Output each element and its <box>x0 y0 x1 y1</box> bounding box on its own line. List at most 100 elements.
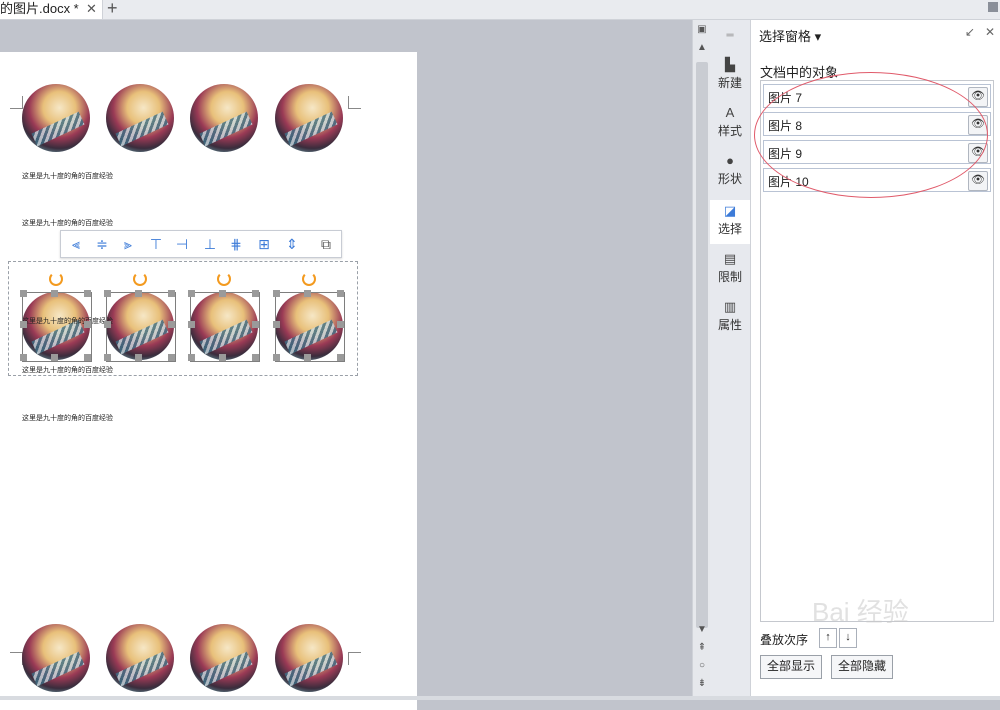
selection-frame <box>22 292 92 362</box>
hide-all-button[interactable]: 全部隐藏 <box>831 655 894 679</box>
resize-handle[interactable] <box>168 354 175 361</box>
document-page[interactable]: 这里是九十度的角的百度经验 这里是九十度的角的百度经验 这里是九十度的角的百度经… <box>0 52 417 710</box>
bring-forward-button[interactable]: ↑ <box>819 628 837 648</box>
rotate-handle-icon[interactable] <box>49 272 63 286</box>
chevron-down-icon[interactable]: ▾ <box>815 29 822 44</box>
scroll-up-icon[interactable]: ▲ <box>697 42 707 53</box>
picture[interactable] <box>275 624 343 692</box>
resize-handle[interactable] <box>304 290 311 297</box>
pane-title[interactable]: 选择窗格 ▾ <box>759 26 821 45</box>
resize-handle[interactable] <box>188 354 195 361</box>
distribute-horizontal-icon[interactable]: ⋕ <box>227 235 245 253</box>
caption-text: 这里是九十度的角的百度经验 <box>22 172 113 180</box>
resize-handle[interactable] <box>168 290 175 297</box>
resize-handle[interactable] <box>20 290 27 297</box>
align-center-icon[interactable]: ≑ <box>93 235 111 253</box>
eye-icon[interactable]: 👁 <box>968 143 988 163</box>
resize-handle[interactable] <box>273 321 280 328</box>
eye-icon[interactable]: 👁 <box>968 115 988 135</box>
side-tab-style[interactable]: A 样式 <box>710 106 750 146</box>
resize-handle[interactable] <box>168 321 175 328</box>
align-right-icon[interactable]: ⫸ <box>119 235 137 253</box>
side-tab-select[interactable]: ◪ 选择 <box>710 200 750 244</box>
resize-handle[interactable] <box>337 321 344 328</box>
resize-handle[interactable] <box>304 354 311 361</box>
resize-handle[interactable] <box>84 321 91 328</box>
resize-handle[interactable] <box>188 321 195 328</box>
selection-frame <box>275 292 345 362</box>
picture[interactable] <box>190 624 258 692</box>
align-left-icon[interactable]: ⫷ <box>67 235 85 253</box>
close-pane-icon[interactable]: ✕ <box>985 25 995 39</box>
resize-handle[interactable] <box>104 321 111 328</box>
resize-handle[interactable] <box>135 354 142 361</box>
resize-handle[interactable] <box>273 290 280 297</box>
resize-handle[interactable] <box>188 290 195 297</box>
resize-handle[interactable] <box>104 354 111 361</box>
side-tab-shape[interactable]: ● 形状 <box>710 154 750 194</box>
object-name: 图片 9 <box>768 147 803 161</box>
resize-handle[interactable] <box>252 290 259 297</box>
object-row[interactable]: 图片 10 👁 <box>763 168 991 192</box>
restrict-icon: ▤ <box>723 251 737 266</box>
distribute-spacing-icon[interactable]: ⇕ <box>283 235 301 253</box>
picture[interactable] <box>106 84 174 152</box>
document-tab[interactable]: 的图片.docx * ✕ <box>0 0 103 19</box>
show-all-button[interactable]: 全部显示 <box>760 655 823 679</box>
scroll-thumb[interactable] <box>696 62 708 628</box>
object-row[interactable]: 图片 7 👁 <box>763 84 991 108</box>
caption-text: 这里是九十度的角的百度经验 <box>22 414 113 422</box>
distribute-vertical-icon[interactable]: ⊞ <box>255 235 273 253</box>
vertical-scrollbar[interactable]: ▣ ▲ ▼ ⇞ ○ ⇟ <box>692 20 711 696</box>
resize-handle[interactable] <box>337 354 344 361</box>
object-row[interactable]: 图片 9 👁 <box>763 140 991 164</box>
resize-handle[interactable] <box>252 354 259 361</box>
next-page-icon[interactable]: ⇟ <box>697 678 707 689</box>
close-icon[interactable]: ✕ <box>86 0 97 17</box>
resize-handle[interactable] <box>273 354 280 361</box>
picture[interactable] <box>190 84 258 152</box>
prev-page-icon[interactable]: ⇞ <box>697 642 707 653</box>
align-bottom-icon[interactable]: ⊥ <box>201 235 219 253</box>
send-backward-button[interactable]: ↓ <box>839 628 857 648</box>
picture[interactable] <box>106 624 174 692</box>
side-tab-restrict[interactable]: ▤ 限制 <box>710 252 750 292</box>
resize-handle[interactable] <box>219 354 226 361</box>
resize-handle[interactable] <box>20 354 27 361</box>
scroll-down-icon[interactable]: ▼ <box>697 624 707 635</box>
new-tab-icon[interactable]: + <box>107 0 118 19</box>
resize-handle[interactable] <box>84 354 91 361</box>
align-top-icon[interactable]: ⊤ <box>147 235 165 253</box>
resize-handle[interactable] <box>51 290 58 297</box>
eye-icon[interactable]: 👁 <box>968 171 988 191</box>
panel-toggle-icon[interactable]: ▣ <box>697 24 707 35</box>
resize-handle[interactable] <box>20 321 27 328</box>
side-tab-label: 属性 <box>717 318 742 332</box>
select-icon: ◪ <box>723 203 737 218</box>
resize-handle[interactable] <box>104 290 111 297</box>
collapse-handle-icon[interactable]: ═ <box>710 30 750 41</box>
resize-handle[interactable] <box>252 321 259 328</box>
group-icon[interactable]: ⧉ <box>317 235 335 253</box>
picture[interactable] <box>22 624 90 692</box>
rotate-handle-icon[interactable] <box>133 272 147 286</box>
side-tab-properties[interactable]: ▥ 属性 <box>710 300 750 340</box>
restore-icon[interactable]: ↙ <box>965 25 975 39</box>
picture[interactable] <box>22 84 90 152</box>
picture[interactable] <box>275 84 343 152</box>
align-middle-icon[interactable]: ⊣ <box>173 235 191 253</box>
watermark: Bai 经验 <box>812 597 909 627</box>
object-row[interactable]: 图片 8 👁 <box>763 112 991 136</box>
resize-handle[interactable] <box>337 290 344 297</box>
resize-handle[interactable] <box>84 290 91 297</box>
rotate-handle-icon[interactable] <box>217 272 231 286</box>
resize-handle[interactable] <box>219 290 226 297</box>
side-tab-new[interactable]: ▙ 新建 <box>710 58 750 98</box>
resize-handle[interactable] <box>135 290 142 297</box>
eye-icon[interactable]: 👁 <box>968 87 988 107</box>
window-menu-icon[interactable] <box>988 2 998 12</box>
rotate-handle-icon[interactable] <box>302 272 316 286</box>
select-browse-icon[interactable]: ○ <box>697 660 707 671</box>
resize-handle[interactable] <box>51 354 58 361</box>
selection-frame <box>106 292 176 362</box>
